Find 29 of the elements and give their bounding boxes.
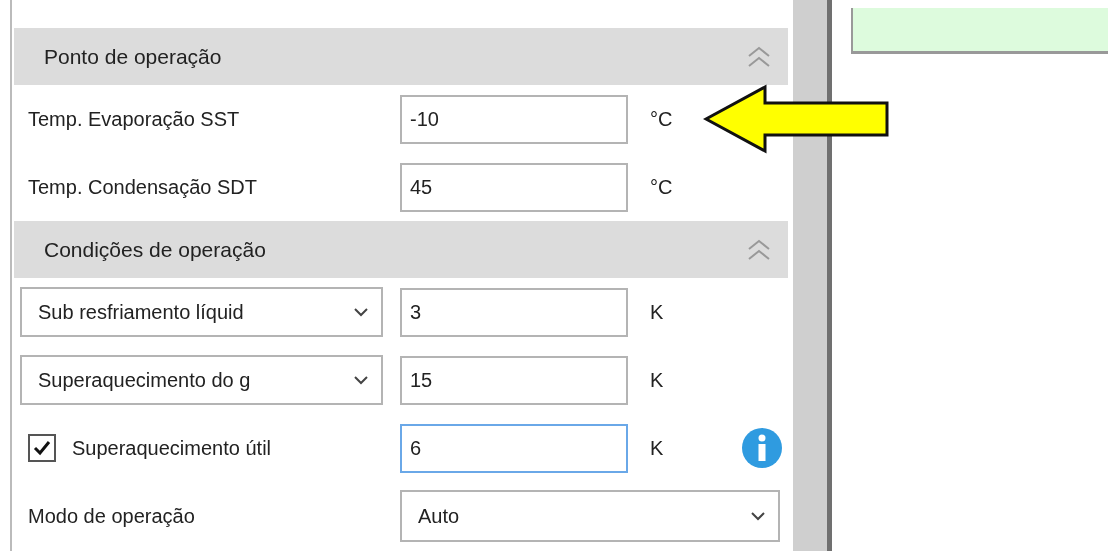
section-header[interactable]: Condições de operação [14, 221, 788, 278]
section-header[interactable]: Ponto de operação [14, 28, 788, 85]
arrow-icon [703, 84, 891, 154]
input-field[interactable]: 3 [400, 287, 628, 337]
field-label: Temp. Condensação SDT [27, 175, 258, 200]
dropdown[interactable]: Auto [400, 490, 780, 542]
unit-label: K [649, 300, 665, 325]
check-icon [32, 439, 52, 457]
unit-label: °C [649, 107, 674, 132]
unit-label: °C [649, 175, 674, 200]
unit-label: K [649, 368, 665, 393]
select-box[interactable]: Superaquecimento do g [20, 355, 383, 405]
unit-label: K [649, 436, 665, 461]
select-box[interactable]: Sub resfriamento líquid [20, 287, 383, 337]
field-label: Temp. Evaporação SST [27, 107, 241, 132]
section-title: Condições de operação [44, 236, 266, 263]
input-field[interactable]: 45 [400, 162, 628, 212]
field-label: Modo de operação [27, 504, 196, 529]
input-field[interactable]: 6 [400, 423, 628, 473]
input-field[interactable]: -10 [400, 94, 628, 144]
info-icon[interactable] [742, 428, 782, 468]
scrollbar[interactable] [792, 0, 833, 551]
checkbox[interactable] [28, 434, 56, 462]
input-field[interactable]: 15 [400, 355, 628, 405]
caret-icon [750, 511, 766, 521]
section-title: Ponto de operação [44, 43, 222, 70]
caret-icon [353, 307, 369, 317]
caret-icon [353, 375, 369, 385]
checkbox-label: Superaquecimento útil [72, 436, 271, 461]
